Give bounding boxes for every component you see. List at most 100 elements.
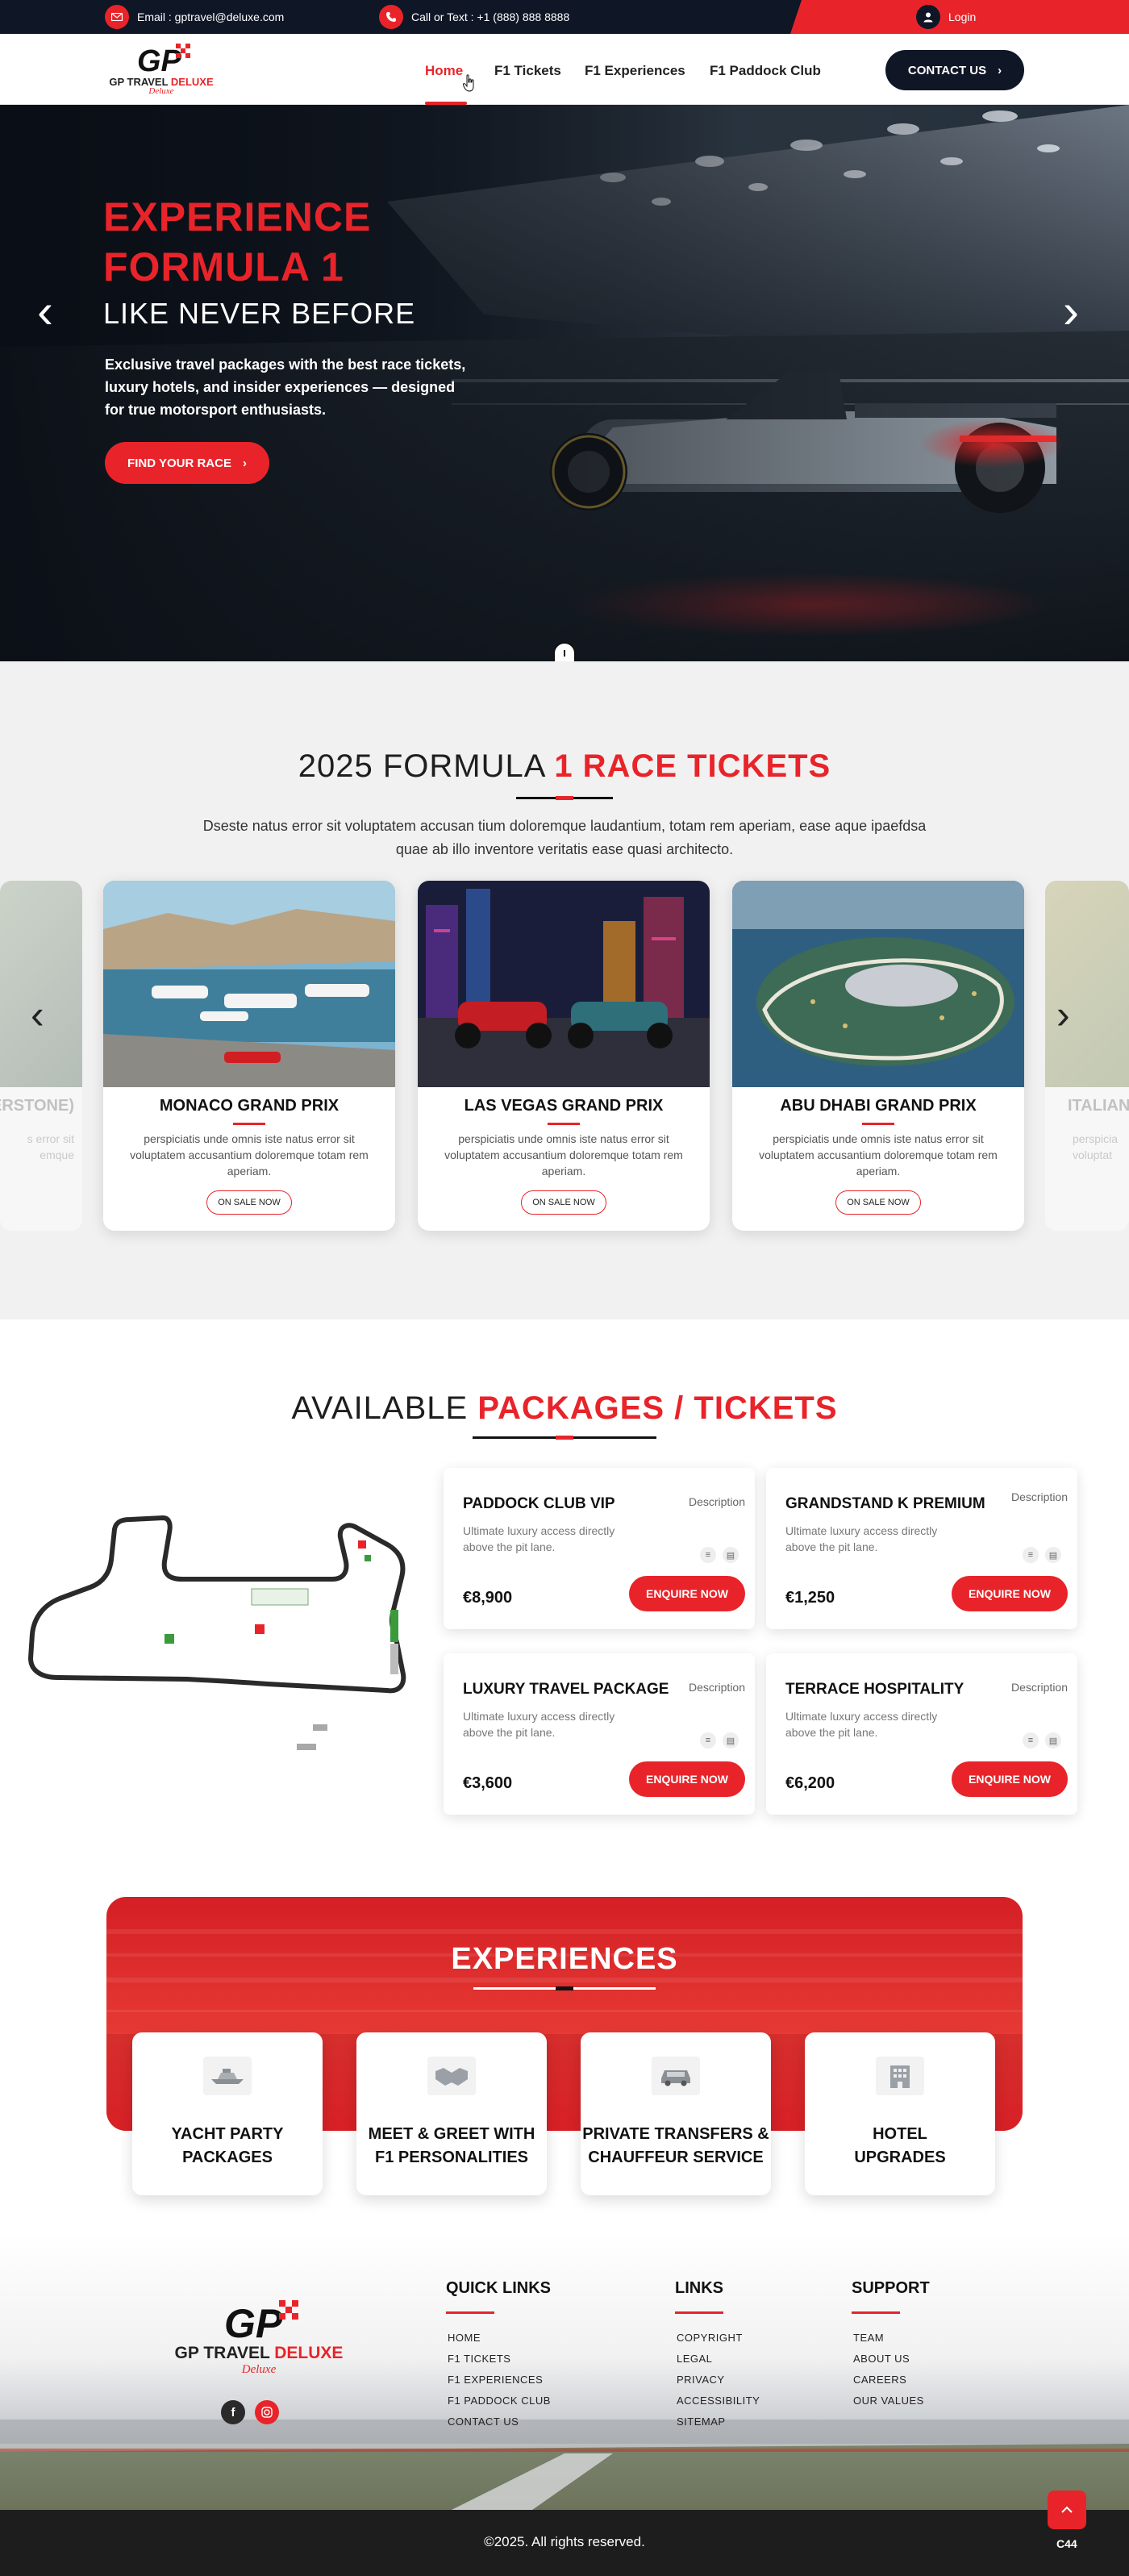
footer-link-home[interactable]: HOME	[448, 2332, 481, 2344]
car-icon	[652, 2057, 700, 2095]
enquire-now-button[interactable]: ENQUIRE NOW	[952, 1761, 1068, 1797]
hand-cursor-icon	[463, 74, 474, 92]
list-icon[interactable]: ≡	[700, 1732, 716, 1749]
enquire-now-button[interactable]: ENQUIRE NOW	[629, 1576, 745, 1611]
description-link[interactable]: Description	[689, 1681, 745, 1694]
packages-heading: AVAILABLE PACKAGES / TICKETS	[291, 1390, 838, 1426]
yacht-icon	[203, 2057, 252, 2095]
clipboard-icon[interactable]: ▤	[1045, 1547, 1061, 1563]
hero-subtitle: LIKE NEVER BEFORE	[103, 297, 416, 330]
list-icon[interactable]: ≡	[1023, 1547, 1039, 1563]
card-title-underline	[862, 1123, 894, 1125]
experience-title: PRIVATE TRANSFERS & CHAUFFEUR SERVICE	[582, 2125, 769, 2166]
on-sale-now-button[interactable]: ON SALE NOW	[835, 1190, 921, 1215]
footer-link-copyright[interactable]: COPYRIGHT	[677, 2332, 743, 2344]
list-icon[interactable]: ≡	[700, 1547, 716, 1563]
race-card-monaco[interactable]: MONACO GRAND PRIX perspiciatis unde omni…	[103, 881, 395, 1231]
nav-home[interactable]: Home	[425, 63, 463, 79]
description-link[interactable]: Description	[689, 1495, 745, 1508]
experience-card-private-transfers[interactable]: PRIVATE TRANSFERS & CHAUFFEUR SERVICE	[581, 2032, 771, 2195]
facebook-icon[interactable]: f	[221, 2400, 245, 2424]
chevron-up-icon	[1061, 2506, 1073, 2513]
brand-script: Deluxe	[148, 86, 174, 96]
brand-name: GP TRAVEL DELUXE	[174, 2344, 344, 2362]
carousel-card-partial-left[interactable]: ERSTONE) s error sit emque	[0, 881, 82, 1231]
heading-underline-accent	[556, 1986, 573, 1990]
footer-logo[interactable]: GP GP TRAVEL DELUXE Deluxe	[166, 2297, 352, 2377]
package-card-grandstand-k-premium[interactable]: GRANDSTAND K PREMIUM Description Ultimat…	[766, 1468, 1077, 1629]
package-text: Ultimate luxury access directly above th…	[785, 1524, 938, 1553]
clipboard-icon[interactable]: ▤	[723, 1732, 739, 1749]
on-sale-now-button[interactable]: ON SALE NOW	[521, 1190, 606, 1215]
top-bar: Email : gptravel@deluxe.com Call or Text…	[0, 0, 1129, 34]
package-card-paddock-club-vip[interactable]: PADDOCK CLUB VIP Description Ultimate lu…	[444, 1468, 755, 1629]
footer-link-f1-experiences[interactable]: F1 EXPERIENCES	[448, 2374, 543, 2386]
footer-link-f1-paddock-club[interactable]: F1 PADDOCK CLUB	[448, 2395, 551, 2407]
monaco-harbor-image	[103, 881, 395, 1087]
find-your-race-button[interactable]: FIND YOUR RACE ›	[105, 442, 269, 484]
experience-title: YACHT PARTY PACKAGES	[171, 2125, 284, 2166]
contact-us-button[interactable]: CONTACT US ›	[885, 50, 1024, 90]
login-link[interactable]: Login	[916, 5, 976, 29]
email-text: Email : gptravel@deluxe.com	[137, 10, 285, 23]
copyright-text: ©2025. All rights reserved.	[484, 2534, 645, 2549]
footer-link-sitemap[interactable]: SITEMAP	[677, 2416, 726, 2428]
support-heading: SUPPORT	[852, 2279, 930, 2297]
back-to-top-button[interactable]	[1048, 2491, 1086, 2529]
nav-f1-paddock-club[interactable]: F1 Paddock Club	[710, 63, 821, 79]
main-navigation: GP GP TRAVEL DELUXE Deluxe Home F1 Ticke…	[0, 34, 1129, 105]
race-card-abu-dhabi[interactable]: ABU DHABI GRAND PRIX perspiciatis unde o…	[732, 881, 1024, 1231]
hero-prev-arrow-icon[interactable]: ‹	[37, 287, 53, 336]
footer-link-f1-tickets[interactable]: F1 TICKETS	[448, 2353, 510, 2365]
card-title: ITALIAN	[1068, 1097, 1129, 1115]
carousel-next-arrow-icon[interactable]: ›	[1056, 990, 1070, 1039]
footer-link-careers[interactable]: CAREERS	[853, 2374, 906, 2386]
circuit-map-diagram[interactable]	[26, 1513, 413, 1755]
carousel-prev-arrow-icon[interactable]: ‹	[31, 990, 44, 1039]
enquire-now-button[interactable]: ENQUIRE NOW	[629, 1761, 745, 1797]
description-link[interactable]: Description	[1011, 1490, 1068, 1503]
clipboard-icon[interactable]: ▤	[1045, 1732, 1061, 1749]
instagram-icon[interactable]	[255, 2400, 279, 2424]
footer-link-accessibility[interactable]: ACCESSIBILITY	[677, 2395, 760, 2407]
carousel-card-partial-right[interactable]: ITALIAN perspicia voluptat	[1045, 881, 1129, 1231]
description-link[interactable]: Description	[1011, 1681, 1068, 1694]
email-contact[interactable]: Email : gptravel@deluxe.com	[105, 5, 285, 29]
enquire-now-button[interactable]: ENQUIRE NOW	[952, 1576, 1068, 1611]
footer-link-team[interactable]: TEAM	[853, 2332, 884, 2344]
footer-heading-underline	[675, 2311, 723, 2314]
footer-heading-underline	[852, 2311, 900, 2314]
site-logo[interactable]: GP GP TRAVEL DELUXE Deluxe	[102, 40, 220, 96]
list-icon[interactable]: ≡	[1023, 1732, 1039, 1749]
clipboard-icon[interactable]: ▤	[723, 1547, 739, 1563]
nav-f1-tickets[interactable]: F1 Tickets	[494, 63, 561, 79]
package-card-luxury-travel[interactable]: LUXURY TRAVEL PACKAGE Description Ultima…	[444, 1653, 755, 1815]
experience-card-meet-greet[interactable]: MEET & GREET WITH F1 PERSONALITIES	[356, 2032, 547, 2195]
race-image	[0, 881, 82, 1087]
brand-script: Deluxe	[241, 2363, 277, 2376]
phone-contact[interactable]: Call or Text : +1 (888) 888 8888	[379, 5, 569, 29]
experience-card-hotel-upgrades[interactable]: HOTEL UPGRADES	[805, 2032, 995, 2195]
las-vegas-night-race-image	[418, 881, 710, 1087]
footer-link-about-us[interactable]: ABOUT US	[853, 2353, 910, 2365]
package-price: €3,600	[463, 1774, 513, 1792]
package-price: €1,250	[785, 1589, 835, 1607]
experience-card-yacht[interactable]: YACHT PARTY PACKAGES	[132, 2032, 323, 2195]
hero-description: Exclusive travel packages with the best …	[105, 356, 466, 418]
race-card-las-vegas[interactable]: LAS VEGAS GRAND PRIX perspiciatis unde o…	[418, 881, 710, 1231]
on-sale-now-button[interactable]: ON SALE NOW	[206, 1190, 292, 1215]
package-name: GRANDSTAND K PREMIUM	[785, 1495, 985, 1512]
nav-f1-experiences[interactable]: F1 Experiences	[585, 63, 685, 79]
hotel-icon	[876, 2057, 924, 2095]
package-card-terrace-hospitality[interactable]: TERRACE HOSPITALITY Description Ultimate…	[766, 1653, 1077, 1815]
footer-link-legal[interactable]: LEGAL	[677, 2353, 712, 2365]
footer-link-privacy[interactable]: PRIVACY	[677, 2374, 725, 2386]
footer-link-our-values[interactable]: OUR VALUES	[853, 2395, 924, 2407]
footer-link-contact-us[interactable]: CONTACT US	[448, 2416, 519, 2428]
card-title-underline	[548, 1123, 580, 1125]
card-title: MONACO GRAND PRIX	[159, 1097, 340, 1115]
tickets-description: Dseste natus error sit voluptatem accusa…	[202, 818, 927, 857]
chevron-right-icon: ›	[998, 63, 1002, 77]
card-description: perspiciatis unde omnis iste natus error…	[759, 1132, 998, 1178]
hero-next-arrow-icon[interactable]: ›	[1063, 287, 1079, 336]
